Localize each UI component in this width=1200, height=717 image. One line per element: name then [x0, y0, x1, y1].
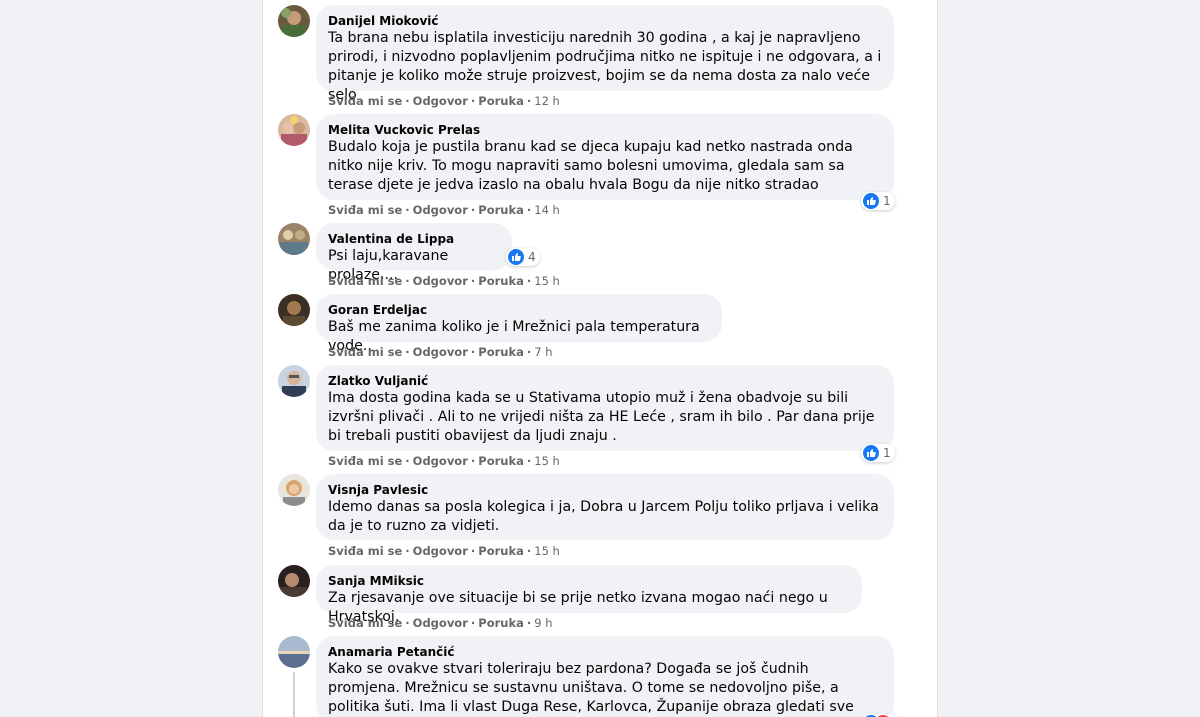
- like-icon: [863, 445, 879, 461]
- avatar[interactable]: [278, 223, 310, 255]
- like-button[interactable]: Sviđa mi se: [328, 203, 402, 217]
- comment-bubble: Danijel Mioković Ta brana nebu isplatila…: [316, 5, 894, 103]
- avatar[interactable]: [278, 636, 310, 668]
- reply-button[interactable]: Odgovor: [413, 345, 468, 359]
- comment-timestamp[interactable]: 15 h: [534, 274, 560, 288]
- like-icon: [863, 193, 879, 209]
- reaction-badge[interactable]: 4: [506, 248, 540, 266]
- like-icon: [508, 249, 524, 265]
- separator: ·: [526, 345, 532, 359]
- separator: ·: [405, 203, 410, 217]
- comment-bubble: Sanja MMiksic Za rjesavanje ove situacij…: [316, 565, 862, 625]
- avatar[interactable]: [278, 294, 310, 326]
- comments-panel: Danijel Mioković Ta brana nebu isplatila…: [262, 0, 938, 717]
- like-button[interactable]: Sviđa mi se: [328, 94, 402, 108]
- separator: ·: [526, 544, 532, 558]
- separator: ·: [405, 94, 410, 108]
- comment-actions: Sviđa mi se · Odgovor · Poruka · 15 h: [328, 274, 560, 288]
- avatar[interactable]: [278, 474, 310, 506]
- comment-author[interactable]: Goran Erdeljac: [328, 302, 710, 318]
- thread-line: [293, 672, 295, 717]
- comment-bubble: Visnja Pavlesic Idemo danas sa posla kol…: [316, 474, 894, 540]
- separator: ·: [405, 454, 410, 468]
- comment-timestamp[interactable]: 15 h: [534, 454, 560, 468]
- reaction-count: 4: [528, 250, 536, 264]
- comment-timestamp[interactable]: 14 h: [534, 203, 560, 217]
- message-button[interactable]: Poruka: [478, 203, 524, 217]
- comment-bubble: Melita Vuckovic Prelas Budalo koja je pu…: [316, 114, 894, 200]
- comment-actions: Sviđa mi se · Odgovor · Poruka · 7 h: [328, 345, 553, 359]
- comment-bubble: Anamaria Petančić Kako se ovakve stvari …: [316, 636, 894, 717]
- comment-text: Ima dosta godina kada se u Stativama uto…: [328, 390, 875, 444]
- like-button[interactable]: Sviđa mi se: [328, 274, 402, 288]
- comment-actions: Sviđa mi se · Odgovor · Poruka · 14 h: [328, 203, 560, 217]
- comment-timestamp[interactable]: 9 h: [534, 616, 552, 630]
- reply-button[interactable]: Odgovor: [413, 454, 468, 468]
- separator: ·: [405, 544, 410, 558]
- separator: ·: [526, 94, 532, 108]
- comment-actions: Sviđa mi se · Odgovor · Poruka · 12 h: [328, 94, 560, 108]
- separator: ·: [470, 94, 476, 108]
- separator: ·: [526, 616, 532, 630]
- separator: ·: [470, 274, 476, 288]
- comment-text: Idemo danas sa posla kolegica i ja, Dobr…: [328, 499, 879, 534]
- message-button[interactable]: Poruka: [478, 616, 524, 630]
- comment-actions: Sviđa mi se · Odgovor · Poruka · 9 h: [328, 616, 553, 630]
- separator: ·: [470, 454, 476, 468]
- separator: ·: [470, 616, 476, 630]
- separator: ·: [405, 616, 410, 630]
- message-button[interactable]: Poruka: [478, 274, 524, 288]
- comment-actions: Sviđa mi se · Odgovor · Poruka · 15 h: [328, 454, 560, 468]
- message-button[interactable]: Poruka: [478, 544, 524, 558]
- comment-timestamp[interactable]: 12 h: [534, 94, 560, 108]
- like-button[interactable]: Sviđa mi se: [328, 345, 402, 359]
- comment-author[interactable]: Melita Vuckovic Prelas: [328, 122, 882, 138]
- reaction-badge[interactable]: 1: [861, 444, 895, 462]
- separator: ·: [470, 203, 476, 217]
- like-button[interactable]: Sviđa mi se: [328, 544, 402, 558]
- separator: ·: [526, 274, 532, 288]
- comment-author[interactable]: Valentina de Lippa: [328, 231, 500, 247]
- comment-author[interactable]: Visnja Pavlesic: [328, 482, 882, 498]
- comment-timestamp[interactable]: 15 h: [534, 544, 560, 558]
- comment-bubble: Valentina de Lippa Psi laju,karavane pro…: [316, 223, 512, 283]
- separator: ·: [470, 345, 476, 359]
- avatar[interactable]: [278, 114, 310, 146]
- separator: ·: [405, 345, 410, 359]
- comment-author[interactable]: Anamaria Petančić: [328, 644, 882, 660]
- reaction-count: 1: [883, 446, 891, 460]
- like-button[interactable]: Sviđa mi se: [328, 616, 402, 630]
- reply-button[interactable]: Odgovor: [413, 616, 468, 630]
- avatar[interactable]: [278, 365, 310, 397]
- reaction-count: 1: [883, 194, 891, 208]
- avatar[interactable]: [278, 5, 310, 37]
- separator: ·: [405, 274, 410, 288]
- separator: ·: [526, 203, 532, 217]
- message-button[interactable]: Poruka: [478, 345, 524, 359]
- comment-actions: Sviđa mi se · Odgovor · Poruka · 15 h: [328, 544, 560, 558]
- reply-button[interactable]: Odgovor: [413, 274, 468, 288]
- comment-bubble: Goran Erdeljac Baš me zanima koliko je i…: [316, 294, 722, 354]
- comment-bubble: Zlatko Vuljanić Ima dosta godina kada se…: [316, 365, 894, 451]
- reply-button[interactable]: Odgovor: [413, 203, 468, 217]
- reply-button[interactable]: Odgovor: [413, 94, 468, 108]
- message-button[interactable]: Poruka: [478, 94, 524, 108]
- comment-author[interactable]: Sanja MMiksic: [328, 573, 850, 589]
- like-button[interactable]: Sviđa mi se: [328, 454, 402, 468]
- separator: ·: [526, 454, 532, 468]
- comment-timestamp[interactable]: 7 h: [534, 345, 552, 359]
- separator: ·: [470, 544, 476, 558]
- comment-text: Kako se ovakve stvari toleriraju bez par…: [328, 661, 854, 715]
- message-button[interactable]: Poruka: [478, 454, 524, 468]
- comment-author[interactable]: Zlatko Vuljanić: [328, 373, 882, 389]
- avatar[interactable]: [278, 565, 310, 597]
- comment-author[interactable]: Danijel Mioković: [328, 13, 882, 29]
- reaction-badge[interactable]: 1: [861, 192, 895, 210]
- reply-button[interactable]: Odgovor: [413, 544, 468, 558]
- comment-text: Budalo koja je pustila branu kad se djec…: [328, 139, 853, 193]
